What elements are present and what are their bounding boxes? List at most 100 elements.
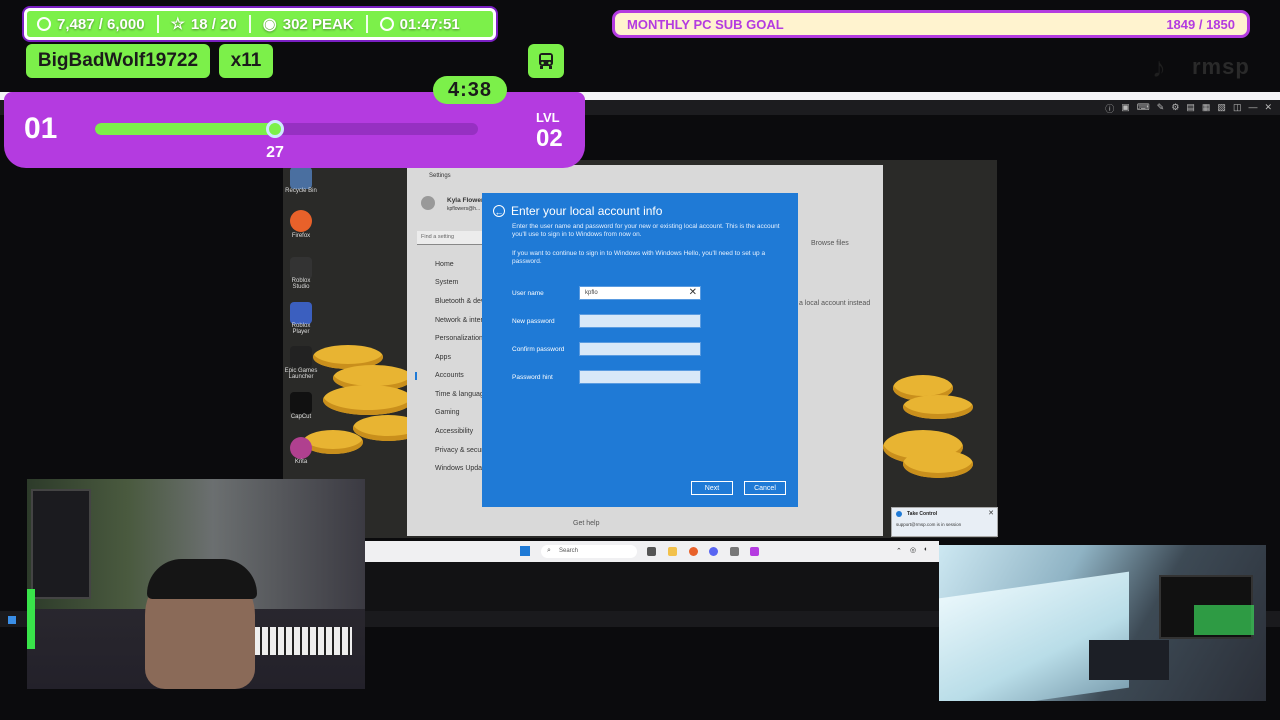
- password-hint-field[interactable]: [579, 370, 701, 384]
- tiktok-icon: ♪: [1152, 52, 1166, 83]
- coin-decoration: [903, 395, 973, 419]
- settings-taskbar-icon[interactable]: [730, 547, 739, 556]
- close-icon[interactable]: ✕: [1264, 102, 1272, 115]
- info-icon[interactable]: ⓘ: [1105, 102, 1114, 115]
- divider: [365, 15, 368, 33]
- local-account-link[interactable]: a local account instead: [799, 300, 870, 307]
- host-start-icon: [8, 616, 16, 624]
- back-arrow-icon[interactable]: ←: [493, 205, 505, 217]
- nav-item-time-language[interactable]: Time & language: [435, 391, 488, 398]
- stars-stat: ☆ 18 / 20: [171, 14, 237, 34]
- browse-files-button[interactable]: Browse files: [811, 240, 849, 247]
- nav-item-apps[interactable]: Apps: [435, 354, 451, 361]
- current-level: 01: [24, 112, 58, 145]
- discord-icon[interactable]: [709, 547, 718, 556]
- table: [1089, 640, 1169, 680]
- next-level: 02: [536, 125, 563, 152]
- settings-title: Settings: [429, 173, 451, 179]
- lock-icon[interactable]: ▧: [1217, 102, 1226, 115]
- capcut-icon[interactable]: [290, 392, 312, 414]
- room-webcam: [939, 545, 1266, 701]
- nav-item-accessibility[interactable]: Accessibility: [435, 428, 473, 435]
- nav-item-home[interactable]: Home: [435, 261, 454, 268]
- recycle-bin-icon[interactable]: [290, 167, 312, 189]
- start-icon[interactable]: [520, 546, 530, 556]
- speaker-icon[interactable]: ◐: [924, 546, 928, 553]
- bus-icon: [528, 44, 564, 78]
- chat-icon[interactable]: ▤: [1186, 102, 1195, 115]
- nav-item-personalization[interactable]: Personalization: [435, 335, 483, 342]
- streamer-webcam: [27, 479, 365, 689]
- krita-icon[interactable]: [290, 437, 312, 459]
- viewers-stat: ◉ 302 PEAK: [263, 14, 354, 34]
- settings-search[interactable]: Find a setting: [417, 231, 483, 245]
- session-toast[interactable]: Take Control support@rmsp.com is in sess…: [891, 507, 998, 537]
- divider: [248, 15, 251, 33]
- desktop-icon-label: Krita: [294, 459, 308, 465]
- desktop-icon-label: Recycle Bin: [285, 188, 317, 194]
- nav-item-accounts[interactable]: Accounts: [435, 372, 464, 379]
- clock-icon: [379, 17, 394, 31]
- nav-item-network[interactable]: Network & inter: [435, 317, 483, 324]
- username-value: kpflo: [585, 290, 598, 296]
- nav-item-bluetooth[interactable]: Bluetooth & dev: [435, 298, 484, 305]
- app-taskbar-icon[interactable]: [750, 547, 759, 556]
- dialog-description: Enter the user name and password for you…: [512, 223, 780, 238]
- next-button[interactable]: Next: [691, 481, 733, 495]
- desktop-icon-label: CapCut: [290, 414, 312, 420]
- uptime-stat: 01:47:51: [379, 15, 460, 33]
- roblox-player-icon[interactable]: [290, 302, 312, 324]
- new-password-label: New password: [512, 318, 555, 325]
- xp-value: 27: [266, 144, 284, 161]
- user-email: kpflowers@h...: [447, 206, 481, 212]
- monitor-icon[interactable]: ▣: [1121, 102, 1130, 115]
- minimize-icon[interactable]: —: [1248, 102, 1257, 115]
- dialog-title: Enter your local account info: [511, 204, 663, 218]
- uptime-value: 01:47:51: [399, 15, 460, 33]
- desktop-icon-label: Firefox: [291, 233, 311, 239]
- desktop-icon-label: Epic Games Launcher: [284, 368, 318, 380]
- avatar: [421, 196, 435, 210]
- file-explorer-icon[interactable]: [668, 547, 677, 556]
- username-badge: BigBadWolf19722: [26, 44, 210, 78]
- coin-decoration: [303, 430, 363, 454]
- gear-icon[interactable]: ⚙: [1171, 102, 1179, 115]
- followers-stat: 7,487 / 6,000: [37, 16, 145, 33]
- desktop-icon-label: Roblox Studio: [291, 278, 311, 290]
- taskbar-search[interactable]: ⌕ Search: [541, 545, 637, 558]
- nav-item-windows-update[interactable]: Windows Update: [435, 465, 488, 472]
- get-help-link[interactable]: Get help: [573, 520, 599, 527]
- coin-decoration: [903, 450, 973, 478]
- password-hint-label: Password hint: [512, 374, 553, 381]
- firefox-taskbar-icon[interactable]: [689, 547, 698, 556]
- epic-games-icon[interactable]: [290, 346, 312, 368]
- tray-chevron-icon[interactable]: ⌃: [896, 547, 902, 555]
- desk-surface: [939, 571, 1129, 701]
- nav-item-system[interactable]: System: [435, 279, 458, 286]
- next-level-label: LVL: [536, 110, 560, 125]
- toast-close-icon[interactable]: ✕: [988, 509, 994, 517]
- divider: [156, 15, 159, 33]
- file-icon[interactable]: ▦: [1202, 102, 1211, 115]
- sub-goal-label: MONTHLY PC SUB GOAL: [627, 16, 784, 32]
- username-field[interactable]: kpflo ✕: [579, 286, 701, 300]
- taskbar-search-placeholder: Search: [559, 548, 579, 554]
- clear-icon[interactable]: ✕: [689, 287, 697, 298]
- restore-icon[interactable]: ◫: [1233, 102, 1242, 115]
- cancel-button[interactable]: Cancel: [744, 481, 786, 495]
- network-icon[interactable]: ◎: [910, 546, 916, 554]
- new-password-field[interactable]: [579, 314, 701, 328]
- star-icon: ☆: [170, 16, 185, 33]
- nav-item-privacy[interactable]: Privacy & securi: [435, 447, 485, 454]
- roblox-studio-icon[interactable]: [290, 257, 312, 279]
- username-label: User name: [512, 290, 544, 297]
- confirm-password-label: Confirm password: [512, 346, 565, 353]
- firefox-icon[interactable]: [290, 210, 312, 232]
- task-view-icon[interactable]: [647, 547, 656, 556]
- sub-goal-value: 1849 / 1850: [1166, 16, 1235, 32]
- screen-bottom-band: [365, 562, 939, 612]
- pen-icon[interactable]: ✎: [1157, 102, 1165, 115]
- nav-item-gaming[interactable]: Gaming: [435, 409, 460, 416]
- confirm-password-field[interactable]: [579, 342, 701, 356]
- keyboard-icon[interactable]: ⌨: [1137, 102, 1150, 115]
